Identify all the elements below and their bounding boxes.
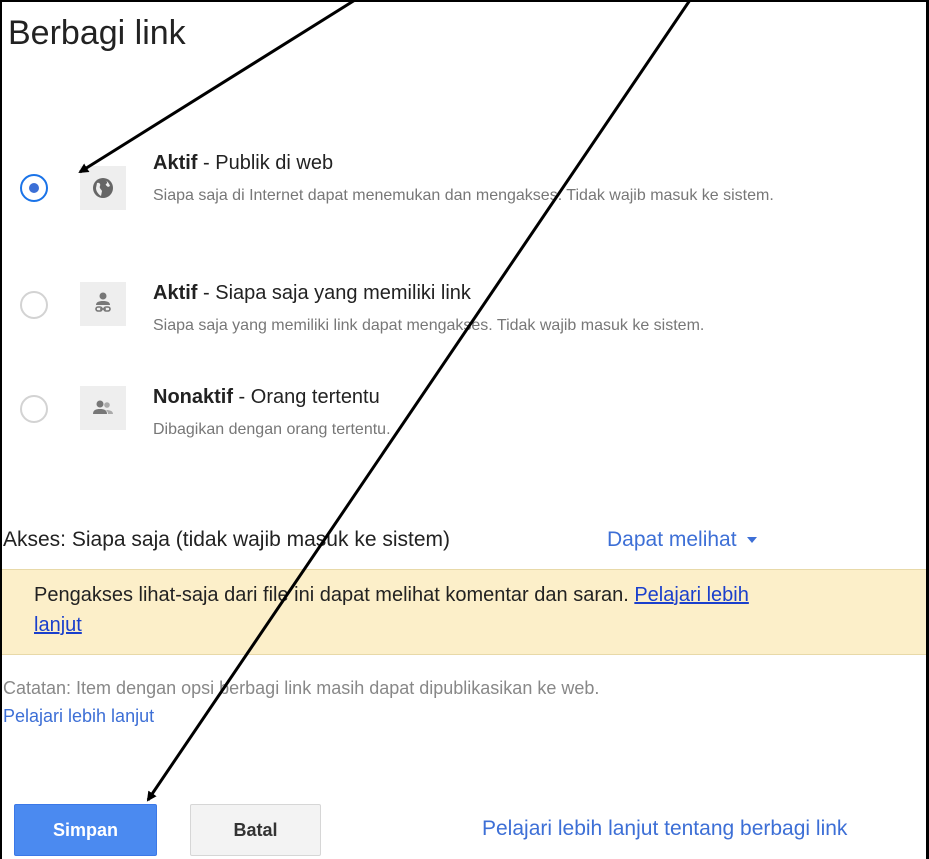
option-title: Aktif - Siapa saja yang memiliki link [153, 282, 471, 305]
frame-border-top [0, 0, 929, 2]
option-anyone-with-link[interactable]: Aktif - Siapa saja yang memiliki link Si… [0, 278, 926, 348]
option-title: Nonaktif - Orang tertentu [153, 386, 380, 409]
option-public-web[interactable]: Aktif - Publik di web Siapa saja di Inte… [0, 148, 926, 244]
dialog-title: Berbagi link [8, 14, 186, 52]
notice-banner: Pengakses lihat-saja dari file ini dapat… [2, 569, 926, 655]
option-description: Dibagikan dengan orang tertentu. [153, 421, 391, 438]
option-state: Aktif [153, 152, 198, 174]
option-description: Siapa saja di Internet dapat menemukan d… [153, 187, 774, 204]
option-title-rest: - Publik di web [197, 152, 334, 174]
option-state: Nonaktif [153, 386, 233, 408]
note-text: Catatan: Item dengan opsi berbagi link m… [3, 678, 600, 698]
option-title-rest: - Siapa saja yang memiliki link [197, 282, 471, 304]
note-learn-more-link[interactable]: Pelajari lebih lanjut [3, 706, 154, 727]
people-icon [80, 386, 126, 430]
permission-dropdown[interactable]: Dapat melihat [607, 528, 757, 552]
person-link-icon [80, 282, 126, 326]
option-state: Aktif [153, 282, 198, 304]
notice-text: Pengakses lihat-saja dari file ini dapat… [34, 584, 629, 606]
radio-specific-people[interactable] [20, 395, 48, 423]
option-title: Aktif - Publik di web [153, 152, 333, 175]
cancel-button[interactable]: Batal [190, 804, 321, 856]
option-title-rest: - Orang tertentu [233, 386, 380, 408]
radio-anyone-with-link[interactable] [20, 291, 48, 319]
option-specific-people[interactable]: Nonaktif - Orang tertentu Dibagikan deng… [0, 382, 926, 452]
permission-dropdown-label: Dapat melihat [607, 528, 737, 551]
globe-icon [80, 166, 126, 210]
option-description: Siapa saja yang memiliki link dapat meng… [153, 317, 705, 334]
radio-public-web[interactable] [20, 174, 48, 202]
save-button[interactable]: Simpan [14, 804, 157, 856]
chevron-down-icon [746, 537, 757, 544]
notice-text-block: Pengakses lihat-saja dari file ini dapat… [34, 580, 794, 640]
learn-more-sharing-link[interactable]: Pelajari lebih lanjut tentang berbagi li… [482, 817, 847, 841]
access-label: Akses: Siapa saja (tidak wajib masuk ke … [3, 528, 450, 551]
